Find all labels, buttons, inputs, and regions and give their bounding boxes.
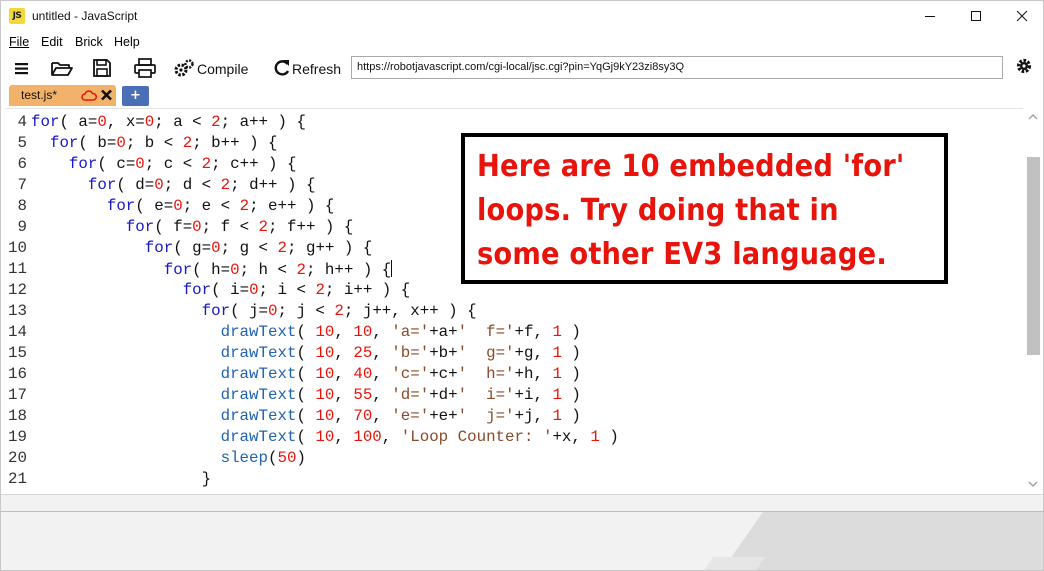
code-line: for( b=0; b < 2; b++ ) {: [49, 134, 278, 152]
title-bar: JS untitled - JavaScript: [1, 1, 1043, 31]
annotation-line: loops. Try doing that in: [477, 193, 839, 228]
text-caret: [391, 260, 393, 277]
maximize-icon: [971, 11, 981, 21]
line-number: 7: [17, 176, 27, 194]
line-number: 11: [8, 260, 27, 278]
refresh-label: Refresh: [292, 61, 342, 77]
code-line: for( a=0, x=0; a < 2; a++ ) {: [31, 113, 306, 131]
annotation-line: Here are 10 embedded 'for': [477, 149, 905, 184]
menu-bar: File Edit Brick Help: [1, 33, 1043, 53]
line-number: 15: [8, 344, 27, 362]
hamburger-menu-icon[interactable]: [13, 57, 31, 79]
menu-edit[interactable]: Edit: [41, 35, 63, 49]
scroll-down-arrow-icon[interactable]: [1027, 479, 1039, 489]
line-number: 20: [8, 449, 27, 467]
annotation-line: some other EV3 language.: [477, 237, 887, 272]
scroll-up-arrow-icon[interactable]: [1027, 112, 1039, 122]
app-logo-icon: JS: [9, 8, 25, 24]
code-line: for( i=0; i < 2; i++ ) {: [182, 281, 411, 299]
open-folder-icon[interactable]: [50, 57, 74, 79]
menu-help[interactable]: Help: [114, 35, 140, 49]
window-title: untitled - JavaScript: [32, 9, 138, 23]
code-line: drawText( 10, 40, 'c='+c+' h='+h, 1 ): [220, 365, 581, 383]
scrollbar-thumb[interactable]: [1027, 157, 1040, 355]
code-line: drawText( 10, 70, 'e='+e+' j='+j, 1 ): [220, 407, 581, 425]
line-number: 10: [8, 239, 27, 257]
annotation-box: Here are 10 embedded 'for' loops. Try do…: [461, 133, 948, 284]
settings-gear-icon[interactable]: [1013, 55, 1035, 77]
compile-label: Compile: [197, 61, 249, 77]
add-tab-button[interactable]: +: [122, 86, 149, 106]
line-number: 12: [8, 281, 27, 299]
gears-icon: [174, 59, 194, 77]
panel-background-shape: [704, 512, 1043, 570]
line-number: 8: [17, 197, 27, 215]
code-line: for( h=0; h < 2; h++ ) {: [163, 260, 393, 279]
print-icon[interactable]: [133, 57, 157, 79]
code-line: for( c=0; c < 2; c++ ) {: [68, 155, 297, 173]
code-line: drawText( 10, 100, 'Loop Counter: '+x, 1…: [220, 428, 619, 446]
code-line: for( d=0; d < 2; d++ ) {: [87, 176, 316, 194]
maximize-button[interactable]: [953, 1, 999, 31]
line-number: 4: [17, 113, 27, 131]
menu-brick[interactable]: Brick: [75, 35, 103, 49]
app-window: JS untitled - JavaScript File Edit Brick…: [0, 0, 1044, 571]
code-line: for( f=0; f < 2; f++ ) {: [125, 218, 354, 236]
save-icon[interactable]: [91, 57, 113, 79]
line-number: 21: [8, 470, 27, 488]
code-line: drawText( 10, 25, 'b='+b+' g='+g, 1 ): [220, 344, 581, 362]
line-number: 18: [8, 407, 27, 425]
url-field[interactable]: https://robotjavascript.com/cgi-local/js…: [351, 56, 1003, 79]
code-line: sleep(50): [220, 449, 306, 467]
line-number: 9: [17, 218, 27, 236]
code-line: for( e=0; e < 2; e++ ) {: [106, 197, 335, 215]
tab-label: test.js*: [21, 88, 58, 102]
line-number: 17: [8, 386, 27, 404]
line-number-gutter: 4 5 6 7 8 9 10 11 12 13 14 15 16 17 18 1…: [5, 109, 29, 493]
tab-bar: test.js* +: [1, 85, 1043, 107]
cloud-icon: [81, 90, 97, 101]
line-number: 19: [8, 428, 27, 446]
line-number: 6: [17, 155, 27, 173]
menu-file[interactable]: File: [9, 35, 29, 49]
tab-test-js[interactable]: test.js*: [9, 85, 116, 106]
line-number: 13: [8, 302, 27, 320]
code-line: drawText( 10, 55, 'd='+d+' i='+i, 1 ): [220, 386, 581, 404]
close-icon: [1016, 10, 1028, 22]
minimize-button[interactable]: [907, 1, 953, 31]
code-line: for( g=0; g < 2; g++ ) {: [144, 239, 373, 257]
line-number: 16: [8, 365, 27, 383]
code-line: drawText( 10, 10, 'a='+a+' f='+f, 1 ): [220, 323, 581, 341]
code-line: }: [31, 470, 212, 488]
refresh-icon: [274, 60, 290, 76]
tab-close-icon[interactable]: [100, 88, 113, 102]
close-button[interactable]: [999, 1, 1043, 31]
minimize-icon: [925, 16, 935, 17]
code-line: for( j=0; j < 2; j++, x++ ) {: [201, 302, 477, 320]
line-number: 5: [17, 134, 27, 152]
line-number: 14: [8, 323, 27, 341]
